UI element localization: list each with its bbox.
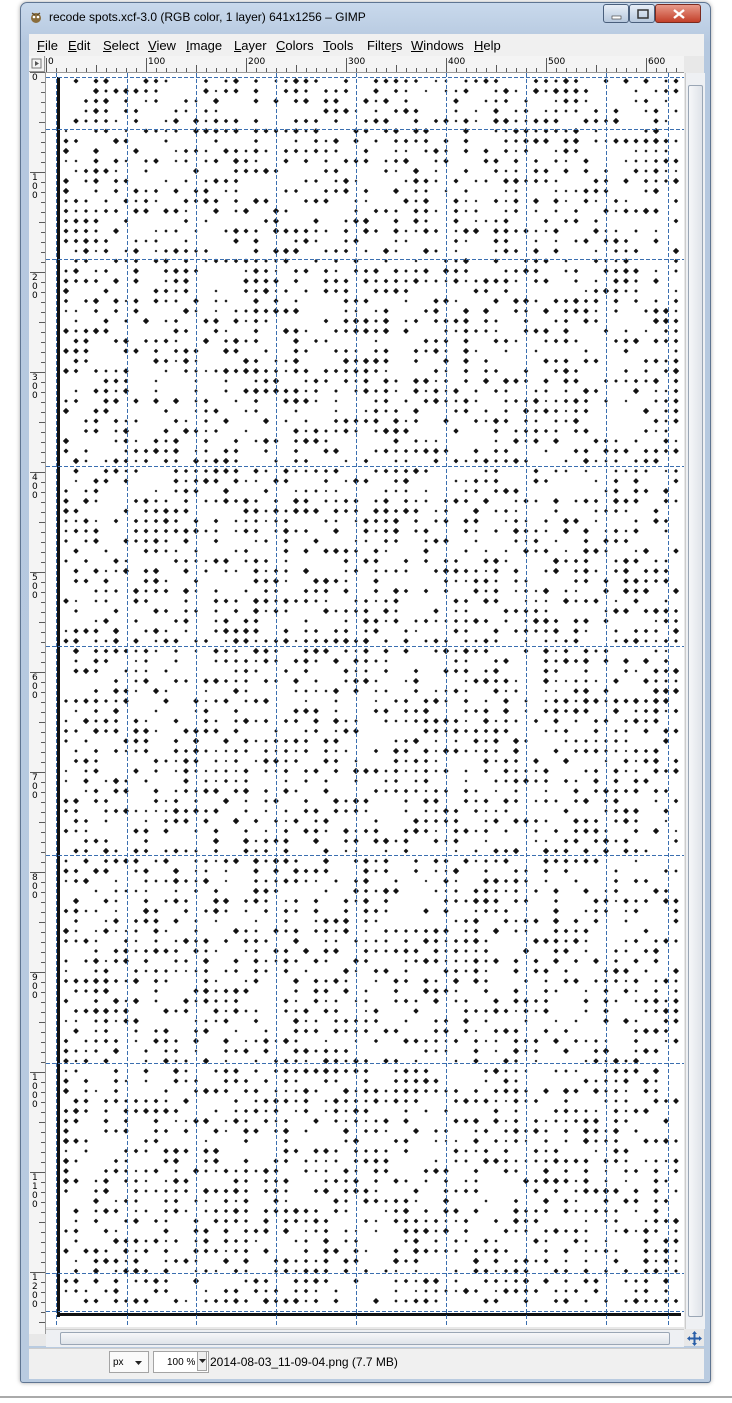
menu-layer[interactable]: Layer	[234, 38, 267, 53]
ruler-label: 0	[48, 57, 54, 67]
image-canvas[interactable]	[46, 73, 684, 1327]
horizontal-scroll-thumb[interactable]	[60, 1332, 670, 1345]
menu-edit[interactable]: Edit	[68, 38, 90, 53]
ruler-label: 1000	[32, 1073, 38, 1110]
maximize-icon	[637, 9, 649, 19]
menu-select[interactable]: Select	[103, 38, 139, 53]
menu-tools[interactable]: Tools	[323, 38, 353, 53]
chevron-down-icon	[199, 1359, 206, 1363]
vertical-scrollbar[interactable]	[685, 73, 705, 1329]
file-info-label: 2014-08-03_11-09-04.png (7.7 MB)	[210, 1355, 398, 1369]
vertical-scroll-thumb[interactable]	[688, 85, 703, 1317]
image-border-line	[57, 1313, 681, 1316]
status-bar: px 100 % 2014-08-03_11-09-04.png (7.7 MB…	[29, 1348, 704, 1379]
image-content	[46, 73, 684, 1327]
taskbar-edge	[0, 1396, 732, 1398]
ruler-label: 200	[32, 273, 38, 301]
ruler-label: 500	[548, 57, 566, 67]
image-border-line	[57, 77, 60, 1317]
horizontal-ruler[interactable]: 0 100 200 300 400 500 600	[46, 56, 684, 73]
gimp-image-window: recode spots.xcf-3.0 (RGB color, 1 layer…	[20, 2, 711, 1383]
spot-pattern	[62, 77, 680, 1305]
menu-help[interactable]: Help	[474, 38, 501, 53]
ruler-label: 700	[32, 773, 38, 801]
ruler-label: 300	[348, 57, 366, 67]
chevron-down-icon	[135, 1361, 142, 1365]
ruler-label: 300	[32, 373, 38, 401]
play-arrow-icon	[31, 58, 42, 69]
menu-filters[interactable]: Filters	[367, 38, 402, 53]
unit-value: px	[113, 1357, 124, 1368]
menu-image[interactable]: Image	[186, 38, 222, 53]
ruler-label: 600	[32, 673, 38, 701]
menu-view[interactable]: View	[148, 38, 176, 53]
ruler-label: 0	[32, 73, 38, 83]
ruler-label: 400	[32, 473, 38, 501]
ruler-label: 100	[32, 173, 38, 201]
gimp-app-icon	[31, 12, 41, 23]
ruler-label: 400	[448, 57, 466, 67]
ruler-label: 900	[32, 973, 38, 1001]
ruler-label: 200	[248, 57, 266, 67]
ruler-label: 500	[32, 573, 38, 601]
horizontal-scrollbar[interactable]	[46, 1329, 684, 1347]
minimize-button[interactable]	[603, 4, 629, 23]
window-title: recode spots.xcf-3.0 (RGB color, 1 layer…	[49, 10, 366, 24]
ruler-label: 800	[32, 873, 38, 901]
zoom-dropdown-button[interactable]	[197, 1351, 207, 1371]
maximize-button[interactable]	[629, 4, 655, 23]
close-button[interactable]	[655, 4, 701, 23]
menu-file[interactable]: File	[37, 38, 58, 53]
zoom-value: 100 %	[167, 1357, 196, 1368]
ruler-label: 1200	[32, 1273, 38, 1310]
menu-bar: File Edit Select View Image Layer Colors Tools F…	[29, 34, 704, 57]
ruler-ticks	[30, 72, 45, 1323]
close-icon	[673, 9, 685, 19]
ruler-label: 600	[648, 57, 666, 67]
navigate-icon[interactable]	[687, 1331, 702, 1346]
ruler-label: 1100	[32, 1173, 38, 1210]
canvas-frame: 0 100 200 300 400 500 600 0 100 200 300 400 500 600 7…	[29, 56, 705, 1347]
menu-windows[interactable]: Windows	[411, 38, 464, 53]
vertical-ruler[interactable]: 0 100 200 300 400 500 600 700 800 900 1000 1100 1200	[29, 72, 46, 1334]
unit-select[interactable]: px	[109, 1351, 149, 1373]
title-bar[interactable]: recode spots.xcf-3.0 (RGB color, 1 layer…	[21, 3, 710, 31]
ruler-label: 100	[148, 57, 166, 67]
menu-colors[interactable]: Colors	[276, 38, 314, 53]
minimize-icon	[611, 15, 622, 20]
quick-mask-corner-button[interactable]	[29, 56, 45, 72]
